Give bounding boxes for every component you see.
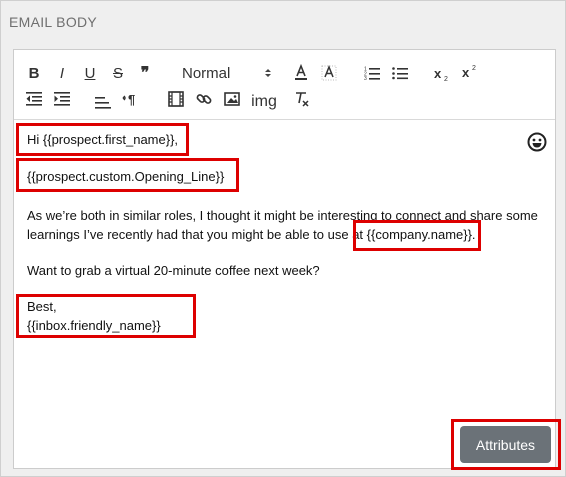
svg-text:x: x <box>462 65 470 80</box>
image-icon[interactable] <box>223 88 241 110</box>
highlight-greeting <box>16 123 189 156</box>
heading-select-value: Normal <box>182 64 231 82</box>
font-color-icon[interactable] <box>292 62 310 84</box>
insert-image-text-button[interactable]: img <box>249 91 279 113</box>
email-body-panel: EMAIL BODY B I U S ❞ Normal 123 x 2 x 2 … <box>0 0 566 477</box>
svg-text:2: 2 <box>472 65 476 72</box>
svg-text:3: 3 <box>364 76 367 80</box>
highlight-opening-line <box>16 158 239 192</box>
emoji-icon[interactable] <box>527 132 547 152</box>
select-arrows-icon <box>265 69 271 77</box>
question-line: Want to grab a virtual 20-minute coffee … <box>27 263 320 278</box>
svg-text:x: x <box>434 66 442 81</box>
superscript-icon[interactable]: x2 <box>461 61 481 83</box>
align-icon[interactable] <box>94 92 112 114</box>
svg-text:2: 2 <box>444 76 448 82</box>
bold-icon[interactable]: B <box>26 62 42 84</box>
highlight-signature <box>16 294 196 338</box>
link-icon[interactable] <box>195 88 213 110</box>
section-title: EMAIL BODY <box>9 14 98 30</box>
underline-icon[interactable]: U <box>82 62 98 84</box>
svg-text:¶: ¶ <box>128 92 135 106</box>
clear-format-icon[interactable] <box>293 88 311 110</box>
heading-select[interactable]: Normal <box>182 62 272 84</box>
subscript-icon[interactable]: x2 <box>433 63 453 85</box>
text-direction-icon[interactable]: ¶ <box>122 88 140 110</box>
highlight-company-name <box>353 220 481 251</box>
background-color-icon[interactable] <box>320 62 338 84</box>
rich-text-editor[interactable]: B I U S ❞ Normal 123 x2 x 2 ¶ img Hi {{p… <box>13 49 556 469</box>
video-icon[interactable] <box>167 88 185 110</box>
blockquote-icon[interactable]: ❞ <box>136 62 154 84</box>
ordered-list-icon[interactable]: 123 <box>363 62 381 84</box>
italic-icon[interactable]: I <box>54 62 70 84</box>
outdent-icon[interactable] <box>25 88 43 110</box>
bullet-list-icon[interactable] <box>391 62 409 84</box>
editor-toolbar: B I U S ❞ Normal 123 x2 x 2 ¶ img <box>14 50 555 120</box>
indent-icon[interactable] <box>53 88 71 110</box>
strike-icon[interactable]: S <box>110 62 126 84</box>
attributes-button[interactable]: Attributes <box>460 426 551 463</box>
